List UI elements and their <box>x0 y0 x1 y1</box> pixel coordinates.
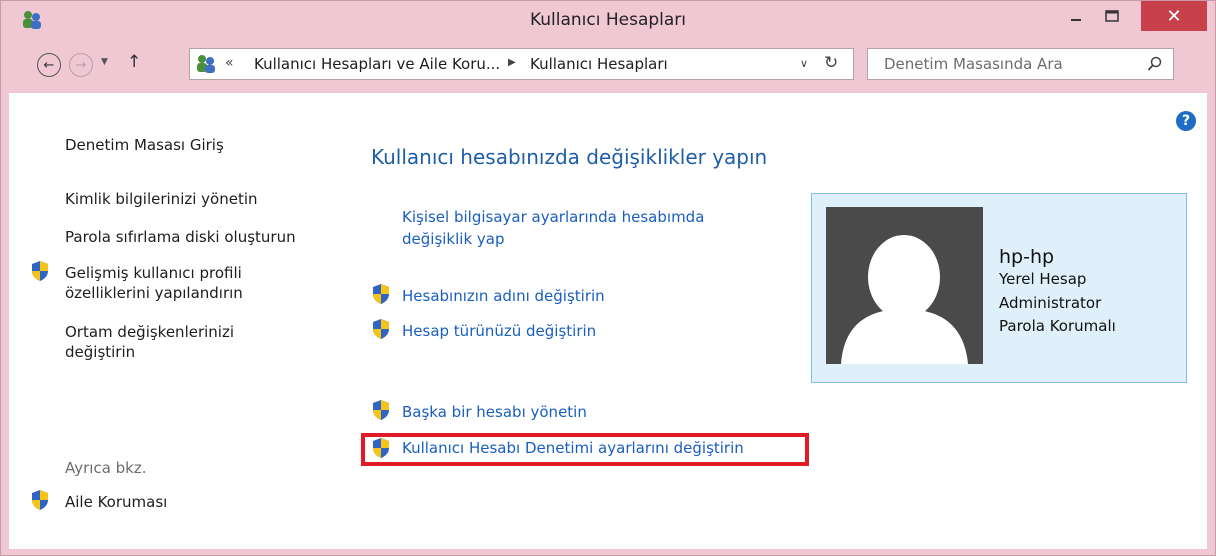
account-info-panel: hp-hp Yerel Hesap Administrator Parola K… <box>811 193 1187 383</box>
user-silhouette-icon <box>841 235 968 364</box>
uac-shield-icon <box>373 438 389 458</box>
recent-locations-button[interactable]: ▼ <box>101 57 108 67</box>
maximize-button[interactable] <box>1093 1 1131 31</box>
navigation-bar: ← → ▼ ↑ « Kullanıcı Hesapları ve Aile Ko… <box>9 45 1207 85</box>
address-dropdown-button[interactable]: ∨ <box>800 57 808 70</box>
link-change-uac-settings[interactable]: Kullanıcı Hesabı Denetimi ayarlarını değ… <box>402 437 744 459</box>
sidebar-item-manage-credentials[interactable]: Kimlik bilgilerinizi yönetin <box>65 189 258 209</box>
page-title: Kullanıcı hesabınızda değişiklikler yapı… <box>371 145 768 169</box>
account-type: Yerel Hesap <box>999 270 1087 288</box>
users-icon <box>197 55 215 73</box>
see-also-heading: Ayrıca bkz. <box>65 459 147 477</box>
up-button[interactable]: ↑ <box>127 52 141 72</box>
breadcrumb-overflow-button[interactable]: « <box>225 55 234 71</box>
minimize-icon <box>1071 19 1081 21</box>
close-button[interactable]: ✕ <box>1141 1 1207 31</box>
address-bar[interactable]: « Kullanıcı Hesapları ve Aile Koru... ▶ … <box>189 48 854 80</box>
link-pc-settings-account[interactable]: Kişisel bilgisayar ayarlarında hesabımda… <box>402 206 762 250</box>
help-icon[interactable]: ? <box>1176 111 1196 131</box>
minimize-button[interactable] <box>1059 1 1093 31</box>
sidebar-item-family-safety[interactable]: Aile Koruması <box>65 492 167 512</box>
back-button[interactable]: ← <box>37 53 61 77</box>
breadcrumb-chevron-icon[interactable]: ▶ <box>508 57 516 68</box>
uac-shield-icon <box>32 490 48 510</box>
close-icon: ✕ <box>1166 5 1182 27</box>
uac-shield-icon <box>373 319 389 339</box>
search-icon[interactable] <box>1147 56 1163 72</box>
sidebar-item-control-panel-home[interactable]: Denetim Masası Giriş <box>65 135 224 155</box>
breadcrumb-parent[interactable]: Kullanıcı Hesapları ve Aile Koru... <box>254 55 500 73</box>
window-title: Kullanıcı Hesapları <box>529 10 687 30</box>
account-role: Administrator <box>999 294 1102 312</box>
link-change-account-name[interactable]: Hesabınızın adını değiştirin <box>402 285 605 307</box>
link-change-account-type[interactable]: Hesap türünüzü değiştirin <box>402 320 596 342</box>
sidebar-item-advanced-profile-properties[interactable]: Gelişmiş kullanıcı profili özelliklerini… <box>65 263 305 303</box>
forward-button[interactable]: → <box>69 53 93 77</box>
control-panel-window: Kullanıcı Hesapları ✕ ← → ▼ ↑ « Kullanıc… <box>0 0 1216 556</box>
sidebar-item-password-reset-disk[interactable]: Parola sıfırlama diski oluşturun <box>65 227 296 247</box>
title-bar[interactable]: Kullanıcı Hesapları ✕ <box>1 1 1215 39</box>
refresh-button[interactable]: ↻ <box>824 53 838 73</box>
search-input[interactable]: Denetim Masasında Ara <box>884 55 1063 73</box>
uac-shield-icon <box>373 400 389 420</box>
chevron-down-icon: ▼ <box>101 57 108 67</box>
uac-shield-icon <box>373 284 389 304</box>
search-box[interactable]: Denetim Masasında Ara <box>867 48 1174 80</box>
content-area: ? Denetim Masası Giriş Kimlik bilgilerin… <box>9 93 1207 549</box>
uac-shield-icon <box>32 261 48 281</box>
account-name: hp-hp <box>999 246 1055 268</box>
breadcrumb-current[interactable]: Kullanıcı Hesapları <box>530 55 668 73</box>
maximize-icon <box>1105 10 1119 22</box>
link-manage-another-account[interactable]: Başka bir hesabı yönetin <box>402 401 587 423</box>
avatar <box>826 207 983 364</box>
arrow-right-icon: → <box>75 57 87 73</box>
sidebar-item-environment-variables[interactable]: Ortam değişkenlerinizi değiştirin <box>65 322 265 362</box>
account-protection: Parola Korumalı <box>999 317 1116 335</box>
arrow-up-icon: ↑ <box>127 52 142 72</box>
arrow-left-icon: ← <box>43 57 55 73</box>
